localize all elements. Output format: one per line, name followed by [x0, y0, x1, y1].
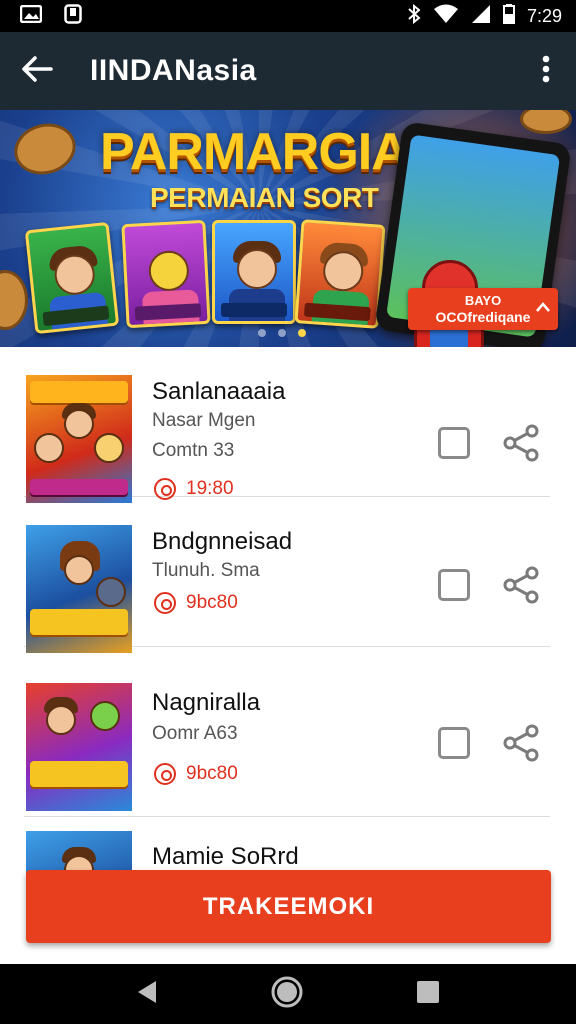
item-subtitle: Tlunuh. Sma [152, 560, 260, 581]
game-card [294, 219, 386, 329]
list-item[interactable]: Nagniralla Oomr A63 9bc80 [24, 667, 550, 817]
back-triangle-icon[interactable] [136, 980, 158, 1009]
notification-icon [64, 3, 82, 29]
game-card [121, 219, 211, 329]
overflow-menu-button[interactable] [516, 32, 576, 110]
coin-icon [154, 592, 176, 614]
item-subtitle: Oomr A63 [152, 723, 238, 744]
item-subtitle: Nasar Mgen [152, 410, 256, 431]
carousel-dot[interactable] [278, 329, 286, 337]
status-time: 7:29 [526, 5, 562, 26]
item-checkbox[interactable] [438, 727, 470, 759]
share-button[interactable] [502, 423, 542, 463]
banner-subtitle: PERMAIAN SORT [150, 182, 379, 213]
share-button[interactable] [502, 723, 542, 763]
item-title: Sanlanaaaia [152, 378, 286, 405]
back-button[interactable] [0, 32, 74, 110]
share-icon [502, 724, 542, 767]
signal-icon [471, 4, 491, 29]
recents-square-icon[interactable] [416, 980, 440, 1009]
carousel-dot[interactable] [258, 329, 266, 337]
game-thumbnail [26, 525, 132, 653]
page-title: IINDANasia [90, 54, 257, 87]
banner-cta-badge[interactable]: BAYO OCOfrediqane [408, 288, 558, 330]
carousel-dots [258, 329, 306, 337]
item-price-value: 9bc80 [186, 763, 238, 784]
item-price: 9bc80 [154, 592, 238, 614]
badge-line2: OCOfrediqane [435, 309, 531, 325]
home-circle-icon[interactable] [270, 975, 304, 1014]
more-vertical-icon [542, 55, 550, 88]
share-icon [502, 424, 542, 467]
app-bar: IINDANasia [0, 32, 576, 110]
bluetooth-icon [407, 3, 421, 29]
game-thumbnail [26, 375, 132, 503]
item-detail: Comtn 33 [152, 440, 235, 461]
share-button[interactable] [502, 565, 542, 605]
banner-title: PARMARGIAI [100, 123, 422, 181]
battery-icon [502, 3, 515, 29]
arrow-back-icon [21, 55, 53, 88]
carousel-dot-active[interactable] [298, 329, 306, 337]
chevron-up-icon [536, 300, 550, 316]
system-nav-bar [0, 964, 576, 1024]
game-card [212, 220, 296, 324]
game-thumbnail [26, 683, 132, 811]
item-price-value: 9bc80 [186, 592, 238, 613]
list-item[interactable]: Bndgnneisad Tlunuh. Sma 9bc80 [24, 497, 550, 653]
primary-action-button[interactable]: TRAKEEMOKI [26, 870, 551, 943]
badge-line1: BAYO [464, 293, 502, 308]
list-item[interactable]: Sanlanaaaia Nasar Mgen Comtn 33 19:80 [24, 347, 550, 503]
item-checkbox[interactable] [438, 569, 470, 601]
wifi-icon [433, 4, 459, 29]
coin-icon [154, 763, 176, 785]
item-title: Nagniralla [152, 689, 261, 716]
item-title: Mamie SoRrd [152, 843, 299, 870]
item-title: Bndgnneisad [152, 528, 293, 555]
status-bar: 7:29 [0, 0, 576, 32]
share-icon [502, 566, 542, 609]
item-checkbox[interactable] [438, 427, 470, 459]
game-card [24, 221, 120, 335]
gallery-icon [19, 4, 43, 28]
item-price: 9bc80 [154, 763, 238, 785]
